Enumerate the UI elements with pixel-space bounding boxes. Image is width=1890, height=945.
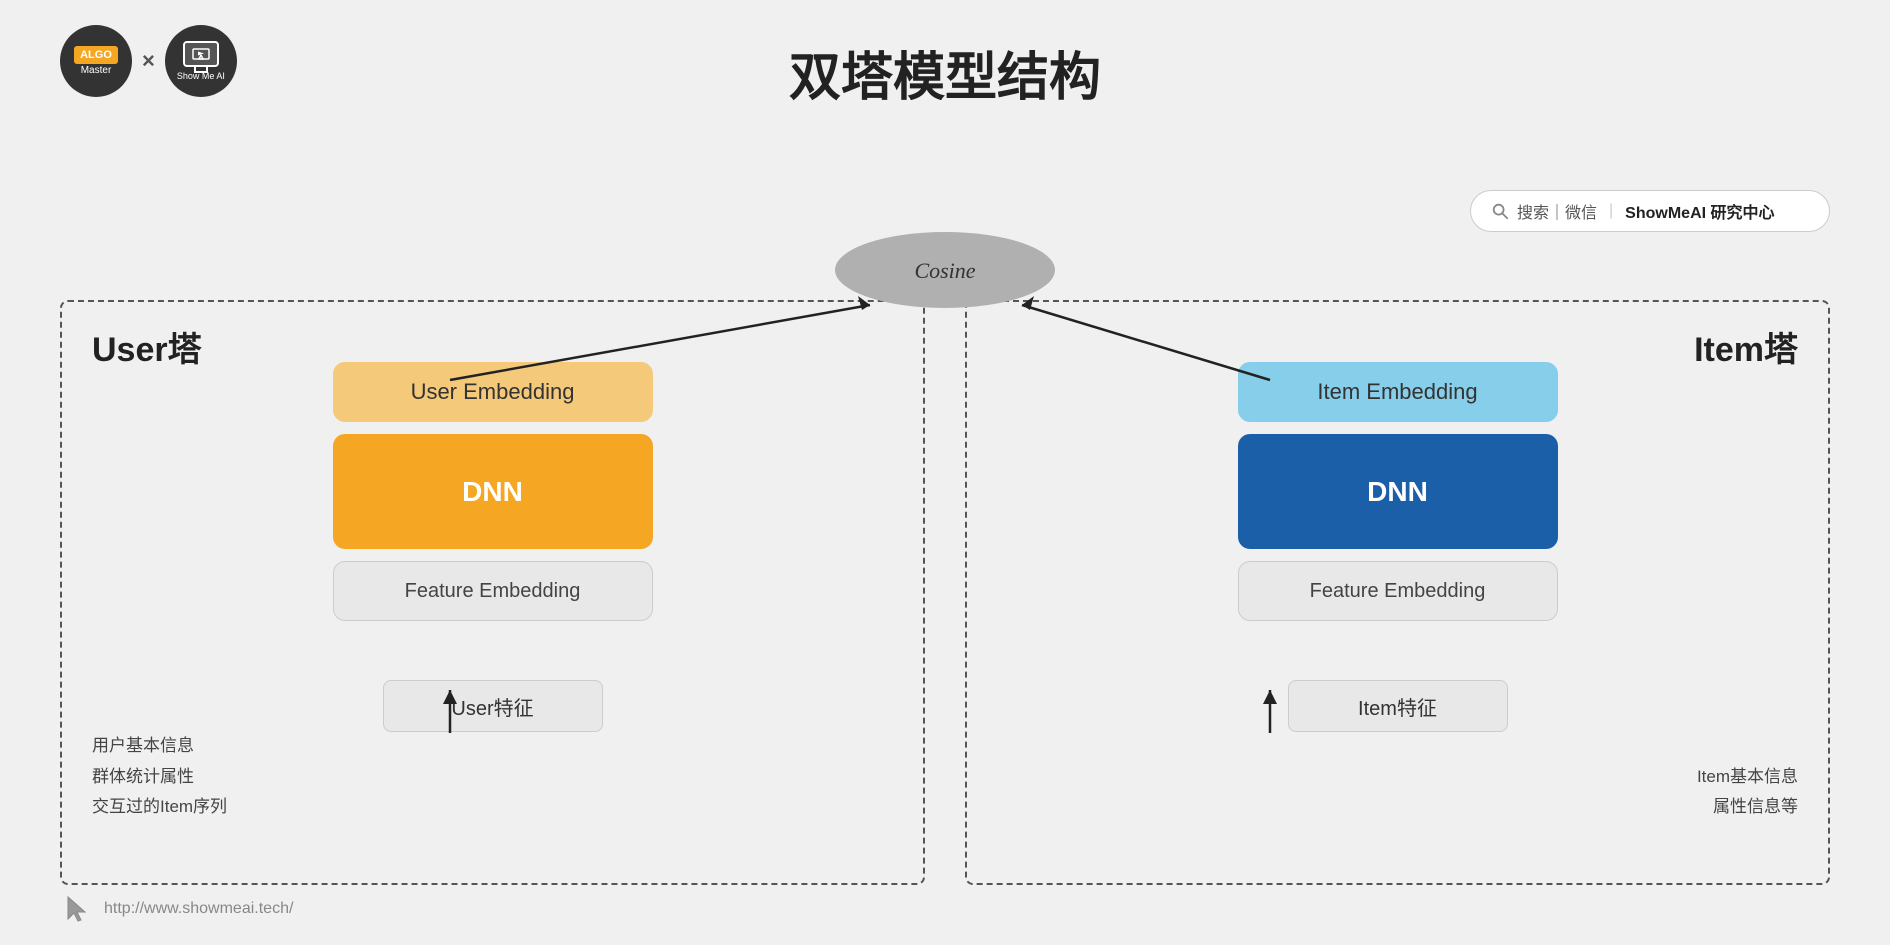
- monitor-icon: [192, 48, 210, 60]
- user-embedding-label: User Embedding: [411, 379, 575, 405]
- item-tower-box: Item塔 Item Embedding DNN Feature Embeddi…: [965, 300, 1830, 885]
- algo-master-logo: ALGO Master: [60, 25, 132, 97]
- user-dnn-label: DNN: [462, 476, 523, 508]
- search-divider: |: [1609, 202, 1613, 220]
- item-tower-label: Item塔: [1694, 322, 1798, 371]
- user-side-text-line3: 交互过的Item序列: [92, 792, 227, 823]
- search-text: 搜索｜微信: [1517, 199, 1597, 223]
- showme-logo: Show Me AI: [165, 25, 237, 97]
- main-title-container: 双塔模型结构: [0, 0, 1890, 110]
- item-input-label: Item特征: [1358, 692, 1437, 721]
- item-side-text-line2: 属性信息等: [1697, 792, 1798, 823]
- user-feature-embedding-label: Feature Embedding: [405, 580, 581, 603]
- search-box[interactable]: 搜索｜微信 | ShowMeAI 研究中心: [1470, 190, 1830, 232]
- main-title: 双塔模型结构: [789, 49, 1101, 107]
- user-tower-label: User塔: [92, 322, 202, 371]
- algo-logo-bottom: Master: [81, 65, 112, 76]
- item-side-text: Item基本信息 属性信息等: [1697, 762, 1798, 823]
- user-feature-embedding-block: Feature Embedding: [333, 561, 653, 621]
- algo-logo-top: ALGO: [74, 46, 118, 64]
- user-tower-box: User塔 User Embedding DNN Feature Embeddi…: [60, 300, 925, 885]
- item-input-block: Item特征: [1288, 680, 1508, 732]
- item-dnn-label: DNN: [1367, 476, 1428, 508]
- logo-area: ALGO Master × Show Me AI: [60, 25, 237, 97]
- item-side-text-line1: Item基本信息: [1697, 762, 1798, 793]
- cosine-node: [835, 232, 1055, 308]
- item-dnn-block: DNN: [1238, 434, 1558, 549]
- user-dnn-block: DNN: [333, 434, 653, 549]
- user-input-block: User特征: [383, 680, 603, 732]
- item-feature-embedding-label: Feature Embedding: [1310, 580, 1486, 603]
- item-feature-embedding-block: Feature Embedding: [1238, 561, 1558, 621]
- footer: http://www.showmeai.tech/: [60, 893, 293, 925]
- user-input-label: User特征: [451, 692, 533, 721]
- towers-container: User塔 User Embedding DNN Feature Embeddi…: [60, 300, 1830, 885]
- page-container: ALGO Master × Show Me AI 双塔模型结构: [0, 0, 1890, 945]
- user-side-text-line2: 群体统计属性: [92, 762, 227, 793]
- logo-x: ×: [142, 48, 155, 74]
- search-icon: [1491, 202, 1509, 220]
- user-side-text: 用户基本信息 群体统计属性 交互过的Item序列: [92, 731, 227, 823]
- cursor-icon: [60, 893, 92, 925]
- cosine-label: Cosine: [914, 258, 975, 283]
- user-embedding-block: User Embedding: [333, 362, 653, 422]
- search-label: ShowMeAI 研究中心: [1625, 199, 1774, 223]
- showme-logo-icon: [183, 41, 219, 67]
- item-embedding-block: Item Embedding: [1238, 362, 1558, 422]
- user-side-text-line1: 用户基本信息: [92, 731, 227, 762]
- footer-url: http://www.showmeai.tech/: [104, 900, 293, 918]
- item-embedding-label: Item Embedding: [1317, 379, 1477, 405]
